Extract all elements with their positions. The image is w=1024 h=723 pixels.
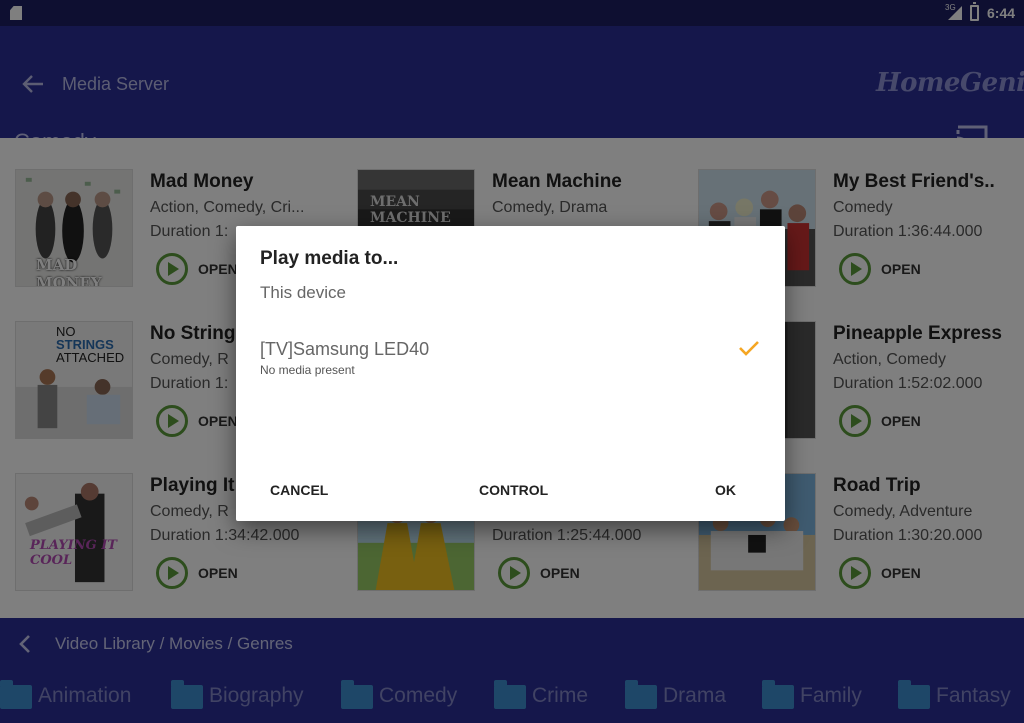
checkmark-icon [739, 341, 759, 356]
cancel-button[interactable]: CANCEL [270, 482, 328, 498]
ok-button[interactable]: OK [715, 482, 736, 498]
control-button[interactable]: CONTROL [479, 482, 548, 498]
play-media-dialog: Play media to... This device [TV]Samsung… [236, 226, 785, 521]
device-option-samsung[interactable]: [TV]Samsung LED40 No media present [236, 334, 785, 382]
device-name: [TV]Samsung LED40 [260, 339, 430, 359]
dialog-title: Play media to... [260, 248, 399, 269]
device-status: No media present [260, 363, 355, 377]
this-device-option[interactable]: This device [260, 283, 346, 303]
